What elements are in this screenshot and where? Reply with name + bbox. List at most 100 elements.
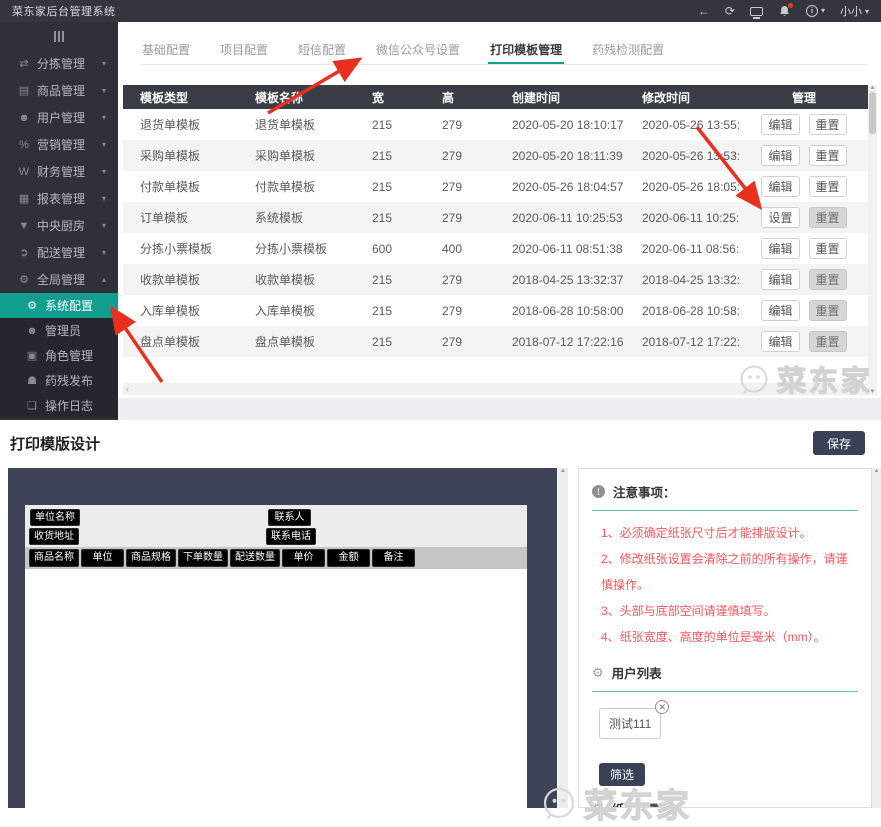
sidebar-item-label: 中央厨房 <box>37 217 85 234</box>
field-chip-收货地址[interactable]: 收货地址 <box>29 528 79 545</box>
edit-button[interactable]: 编辑 <box>761 145 799 166</box>
edit-button[interactable]: 编辑 <box>761 238 799 259</box>
back-icon[interactable]: ← <box>698 5 710 17</box>
sidebar-toggle-icon[interactable] <box>0 22 118 50</box>
cell: 600 <box>355 242 425 256</box>
tab-微信公众号设置[interactable]: 微信公众号设置 <box>374 35 462 64</box>
edit-button[interactable]: 编辑 <box>761 331 799 352</box>
sidebar-item-商品管理[interactable]: ▤商品管理▾ <box>0 77 118 104</box>
table-row: 分拣小票模板分拣小票模板6004002020-06-11 08:51:38202… <box>123 233 868 264</box>
sidebar-item-系统配置[interactable]: ⚙系统配置 <box>0 293 118 318</box>
sidebar-item-操作日志[interactable]: ❏操作日志 <box>0 393 118 418</box>
paper-column-band: 商品名称单位商品规格下单数量配送数量单价金额备注 <box>25 547 527 569</box>
column-chip-金额[interactable]: 金额 <box>327 549 370 567</box>
sidebar-item-管理员[interactable]: ☻管理员 <box>0 318 118 343</box>
tab-药残检测配置[interactable]: 药残检测配置 <box>590 35 666 64</box>
save-button[interactable]: 保存 <box>813 431 865 455</box>
reset-button[interactable]: 重置 <box>809 269 847 290</box>
column-header: 高 <box>425 89 495 106</box>
sidebar-item-label: 配送管理 <box>37 244 85 261</box>
sidebar-item-分拣管理[interactable]: ⇄分拣管理▾ <box>0 50 118 77</box>
sidebar-item-营销管理[interactable]: %营销管理▾ <box>0 131 118 158</box>
field-chip-单位名称[interactable]: 单位名称 <box>30 509 80 526</box>
bell-icon[interactable] <box>778 5 791 18</box>
table-horizontal-scrollbar[interactable]: ‹› <box>123 383 868 395</box>
notice-item: 2、修改纸张设置会清除之前的所有操作，请谨慎操作。 <box>601 546 858 598</box>
paper-settings-title: 纸张设置 <box>612 799 662 808</box>
column-chip-配送数量[interactable]: 配送数量 <box>230 549 280 567</box>
role-card-icon: ▣ <box>20 349 44 362</box>
template-table: 模板类型模板名称宽高创建时间修改时间管理 退货单模板退货单模板215279202… <box>123 85 868 357</box>
refresh-icon[interactable]: ⟳ <box>725 5 735 17</box>
scrollbar-thumb[interactable] <box>869 92 876 134</box>
edit-button[interactable]: 编辑 <box>761 176 799 197</box>
reset-button[interactable]: 重置 <box>809 238 847 259</box>
filter-button[interactable]: 筛选 <box>599 763 645 786</box>
sidebar-item-报表管理[interactable]: ▦报表管理▾ <box>0 185 118 212</box>
reset-button[interactable]: 重置 <box>809 300 847 321</box>
cell: 2020-06-11 08:56:53 <box>625 242 740 256</box>
cell: 2018-07-12 17:22:16 <box>625 335 740 349</box>
notice-list: 1、必须确定纸张尺寸后才能排版设计。2、修改纸张设置会清除之前的所有操作，请谨慎… <box>601 520 858 650</box>
close-icon[interactable]: ✕ <box>655 700 669 714</box>
tab-短信配置[interactable]: 短信配置 <box>296 35 348 64</box>
settings-button[interactable]: 设置 <box>761 207 799 228</box>
table-vertical-scrollbar[interactable]: ▲▼ <box>868 85 877 395</box>
tab-项目配置[interactable]: 项目配置 <box>218 35 270 64</box>
paper-settings-section-header: ⚙ 纸张设置 <box>592 799 858 808</box>
edit-button[interactable]: 编辑 <box>761 300 799 321</box>
sidebar-item-财务管理[interactable]: W财务管理▾ <box>0 158 118 185</box>
finance-icon: W <box>12 166 36 178</box>
table-row: 采购单模板采购单模板2152792020-05-20 18:11:392020-… <box>123 140 868 171</box>
tab-打印模板管理[interactable]: 打印模板管理 <box>488 35 564 64</box>
paper-header-zone: 单位名称 联系人收货地址 联系电话 <box>25 505 527 547</box>
paper-preview: 单位名称 联系人收货地址 联系电话 商品名称单位商品规格下单数量配送数量单价金额备注 <box>25 505 527 808</box>
column-chip-单价[interactable]: 单价 <box>282 549 325 567</box>
column-header: 宽 <box>355 89 425 106</box>
reset-button[interactable]: 重置 <box>809 331 847 352</box>
panel-scrollbar[interactable]: ▲ <box>872 468 881 808</box>
edit-button[interactable]: 编辑 <box>761 114 799 135</box>
monitor-glyph <box>750 7 763 16</box>
sidebar-item-中央厨房[interactable]: ▼中央厨房▾ <box>0 212 118 239</box>
sidebar-item-label: 财务管理 <box>37 163 85 180</box>
reset-button[interactable]: 重置 <box>809 145 847 166</box>
sidebar-item-用户管理[interactable]: ☻用户管理▾ <box>0 104 118 131</box>
table-row: 付款单模板付款单模板2152792020-05-26 18:04:572020-… <box>123 171 868 202</box>
column-chip-单位[interactable]: 单位 <box>81 549 124 567</box>
field-chip-联系电话[interactable]: 联系电话 <box>266 528 316 545</box>
design-canvas[interactable]: 单位名称 联系人收货地址 联系电话 商品名称单位商品规格下单数量配送数量单价金额备注 <box>8 468 557 808</box>
cell: 215 <box>355 304 425 318</box>
sidebar-item-药残发布[interactable]: ☗药残发布 <box>0 368 118 393</box>
column-chip-下单数量[interactable]: 下单数量 <box>178 549 228 567</box>
gear-icon: ⚙ <box>20 299 44 312</box>
canvas-scrollbar[interactable]: ▲ <box>558 468 568 808</box>
cell: 订单模板 <box>123 209 238 226</box>
column-chip-备注[interactable]: 备注 <box>372 549 415 567</box>
cell: 采购单模板 <box>123 147 238 164</box>
cell: 退货单模板 <box>123 116 238 133</box>
shield-icon: ☗ <box>20 374 44 387</box>
column-chip-商品规格[interactable]: 商品规格 <box>126 549 176 567</box>
goods-icon: ▤ <box>12 84 36 97</box>
user-tag[interactable]: 测试111 ✕ <box>599 708 661 739</box>
notice-item: 1、必须确定纸张尺寸后才能排版设计。 <box>601 520 858 546</box>
user-menu[interactable]: 小小 ▾ <box>840 3 869 19</box>
reset-button[interactable]: 重置 <box>809 114 847 135</box>
column-header: 模板名称 <box>238 89 355 106</box>
info-menu[interactable]: i▾ <box>806 5 825 17</box>
cell: 215 <box>355 180 425 194</box>
monitor-icon[interactable] <box>750 7 763 16</box>
sidebar-item-角色管理[interactable]: ▣角色管理 <box>0 343 118 368</box>
edit-button[interactable]: 编辑 <box>761 269 799 290</box>
table-row: 收款单模板收款单模板2152792018-04-25 13:32:372018-… <box>123 264 868 295</box>
field-chip-联系人[interactable]: 联系人 <box>268 509 311 526</box>
reset-button[interactable]: 重置 <box>809 207 847 228</box>
column-chip-商品名称[interactable]: 商品名称 <box>29 549 79 567</box>
cell: 分拣小票模板 <box>238 240 355 257</box>
sidebar-item-全局管理[interactable]: ⚙全局管理▴ <box>0 266 118 293</box>
sidebar-item-配送管理[interactable]: ➲配送管理▾ <box>0 239 118 266</box>
tab-基础配置[interactable]: 基础配置 <box>140 35 192 64</box>
row-actions: 编辑重置 <box>740 238 868 259</box>
reset-button[interactable]: 重置 <box>809 176 847 197</box>
